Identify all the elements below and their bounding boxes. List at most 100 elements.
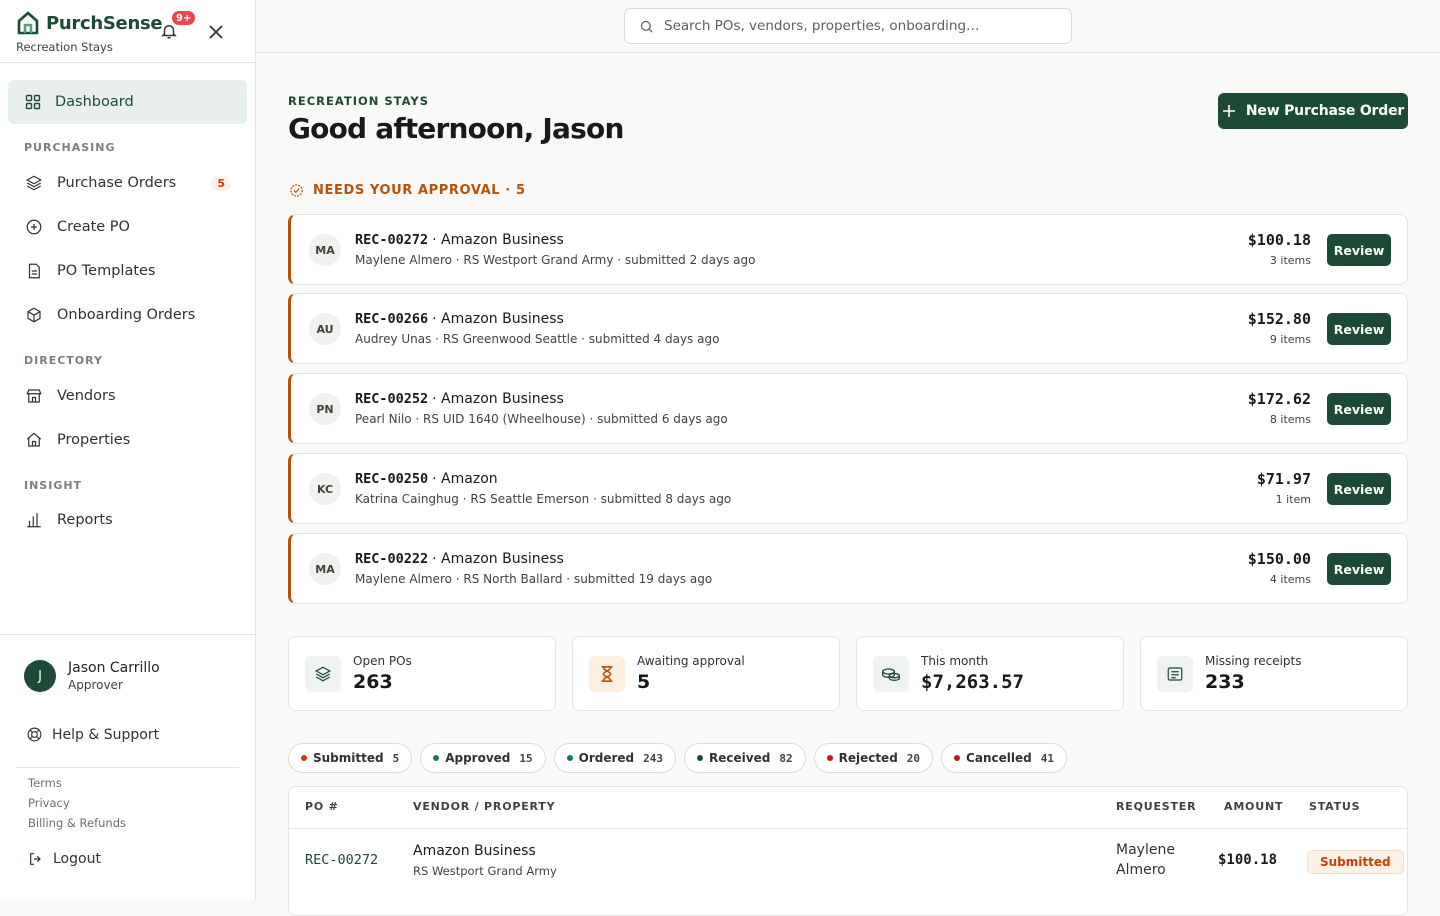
search-input[interactable]	[664, 18, 1054, 34]
approval-card[interactable]: AU REC-00266 · Amazon Business Audrey Una…	[288, 293, 1408, 364]
package-icon	[25, 306, 43, 324]
layers-icon	[25, 174, 43, 192]
nav-reports[interactable]: Reports	[8, 498, 247, 542]
chip-count: 5	[392, 751, 400, 765]
status-dot	[697, 755, 704, 761]
purchase-orders-count-badge: 5	[211, 175, 231, 191]
user-name: Jason Carrillo	[68, 660, 160, 676]
hourglass-icon	[589, 656, 625, 692]
terms-link[interactable]: Terms	[28, 776, 62, 790]
stat-card-awaiting-approval[interactable]: Awaiting approval 5	[572, 636, 840, 711]
avatar: KC	[309, 473, 341, 505]
approval-card[interactable]: KC REC-00250 · Amazon Katrina Cainghug · …	[288, 453, 1408, 524]
approval-amount: $172.62	[1247, 390, 1311, 408]
nav-properties[interactable]: Properties	[8, 418, 247, 462]
vendor-name: · Amazon Business	[432, 391, 564, 407]
chip-count: 20	[906, 751, 921, 765]
chip-label: Ordered	[578, 751, 635, 765]
po-number: REC-00252	[355, 391, 429, 407]
help-support-link[interactable]: Help & Support	[26, 726, 159, 743]
stat-label: Awaiting approval	[637, 654, 745, 668]
close-icon[interactable]	[208, 24, 224, 40]
approval-card[interactable]: MA REC-00222 · Amazon Business Maylene Al…	[288, 533, 1408, 604]
brand-logo[interactable]: PurchSense	[16, 10, 163, 36]
nav-label: Create PO	[57, 219, 130, 235]
nav-purchase-orders[interactable]: Purchase Orders 5	[8, 161, 247, 205]
approval-amount: $152.80	[1247, 310, 1311, 328]
chip-label: Cancelled	[966, 751, 1032, 765]
logout-button[interactable]: Logout	[28, 851, 101, 867]
stat-card-open-pos[interactable]: Open POs 263	[288, 636, 556, 711]
chip-label: Rejected	[838, 751, 898, 765]
page-title: Good afternoon, Jason	[288, 112, 624, 145]
approval-amount: $100.18	[1247, 231, 1311, 249]
filter-chip-rejected[interactable]: Rejected 20	[813, 743, 934, 773]
review-button[interactable]: Review	[1327, 473, 1391, 505]
requester-first-name: Maylene	[1116, 842, 1175, 858]
nav-section-heading: PURCHASING	[24, 141, 116, 154]
column-header-requester[interactable]: REQUESTER	[1116, 800, 1196, 813]
status-badge: Submitted	[1307, 850, 1404, 874]
nav-create-po[interactable]: Create PO	[8, 205, 247, 249]
plus-icon	[1222, 104, 1236, 118]
filter-chip-approved[interactable]: Approved 15	[420, 743, 546, 773]
filter-chip-received[interactable]: Received 82	[684, 743, 806, 773]
sidebar: PurchSense Recreation Stays 9+ Dashboard…	[0, 0, 256, 900]
approval-title: REC-00222 · Amazon Business	[355, 551, 564, 567]
brand-name: PurchSense	[46, 12, 163, 34]
org-name: Recreation Stays	[16, 40, 113, 54]
logout-label: Logout	[53, 851, 101, 867]
column-header-vendor[interactable]: VENDOR / PROPERTY	[413, 800, 555, 813]
nav-section-heading: DIRECTORY	[24, 354, 103, 367]
stat-card-this-month[interactable]: This month $7,263.57	[856, 636, 1124, 711]
review-button[interactable]: Review	[1327, 553, 1391, 585]
nav-label: Vendors	[57, 388, 116, 404]
search-icon	[639, 19, 654, 34]
template-document-icon	[25, 262, 43, 280]
nav-dashboard[interactable]: Dashboard	[8, 80, 247, 124]
bar-chart-icon	[25, 511, 43, 529]
stat-value: 233	[1205, 671, 1245, 693]
stat-label: Open POs	[353, 654, 412, 668]
vendor-name: · Amazon Business	[432, 232, 564, 248]
nav-onboarding-orders[interactable]: Onboarding Orders	[8, 293, 247, 337]
approval-amount: $71.97	[1256, 470, 1311, 488]
review-button[interactable]: Review	[1327, 313, 1391, 345]
approval-card[interactable]: PN REC-00252 · Amazon Business Pearl Nilo…	[288, 373, 1408, 444]
nav-label: Onboarding Orders	[57, 307, 196, 323]
privacy-link[interactable]: Privacy	[28, 796, 70, 810]
vendor-name: Amazon Business	[413, 843, 536, 859]
avatar: MA	[309, 553, 341, 585]
column-header-status[interactable]: STATUS	[1309, 800, 1360, 813]
requester-last-name: Almero	[1116, 862, 1166, 878]
stat-card-missing-receipts[interactable]: Missing receipts 233	[1140, 636, 1408, 711]
filter-chip-cancelled[interactable]: Cancelled 41	[941, 743, 1067, 773]
stat-value: 263	[353, 671, 393, 693]
approval-details: Maylene Almero · RS Westport Grand Army …	[355, 253, 756, 267]
billing-refunds-link[interactable]: Billing & Refunds	[28, 816, 126, 830]
nav-vendors[interactable]: Vendors	[8, 374, 247, 418]
review-button[interactable]: Review	[1327, 393, 1391, 425]
new-purchase-order-button[interactable]: New Purchase Order	[1218, 93, 1408, 129]
vendor-name: · Amazon	[432, 471, 498, 487]
column-header-amount[interactable]: AMOUNT	[1224, 800, 1283, 813]
status-dot	[433, 755, 440, 761]
po-number: REC-00272	[355, 232, 429, 248]
approval-card[interactable]: MA REC-00272 · Amazon Business Maylene Al…	[288, 214, 1408, 285]
approval-item-count: 9 items	[1269, 333, 1311, 346]
nav-po-templates[interactable]: PO Templates	[8, 249, 247, 293]
filter-chip-submitted[interactable]: Submitted 5	[288, 743, 413, 773]
review-button[interactable]: Review	[1327, 234, 1391, 266]
status-dot	[954, 755, 961, 761]
chip-label: Submitted	[313, 751, 384, 765]
status-filter-chips: Submitted 5 Approved 15 Ordered 243 Receive…	[288, 743, 1067, 773]
divider	[0, 634, 255, 635]
approval-title: REC-00272 · Amazon Business	[355, 232, 564, 248]
filter-chip-ordered[interactable]: Ordered 243	[553, 743, 677, 773]
po-link[interactable]: REC-00272	[305, 852, 378, 868]
approval-section-heading: NEEDS YOUR APPROVAL · 5	[289, 183, 526, 198]
search-box[interactable]	[624, 8, 1072, 44]
user-profile[interactable]: J Jason Carrillo Approver	[24, 660, 160, 692]
check-badge-icon	[289, 183, 304, 198]
column-header-po[interactable]: PO #	[305, 800, 339, 813]
